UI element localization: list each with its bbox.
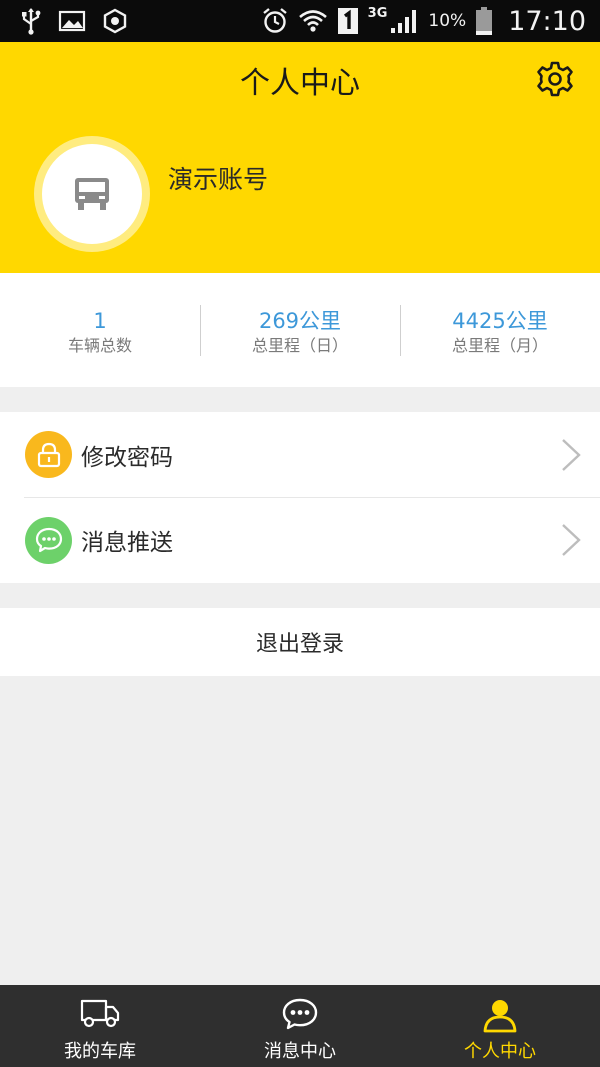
person-icon [483, 1000, 517, 1033]
settings-button[interactable] [536, 60, 574, 98]
status-bar: 3G 10% 17:10 [0, 0, 600, 42]
chat-bubble-icon [25, 516, 72, 564]
alarm-icon [262, 8, 287, 33]
stat-value: 269公里 [258, 309, 342, 333]
stat-label: 总里程（月） [451, 336, 548, 355]
tab-message-center[interactable]: 消息中心 [200, 985, 400, 1067]
stat-monthly-mileage: 4425公里 总里程（月） [400, 273, 600, 387]
bottom-tab-bar: 我的车库 消息中心 个人中心 [0, 985, 600, 1067]
tab-label: 个人中心 [464, 1041, 536, 1062]
sim-1-icon [337, 8, 358, 34]
settings-menu: 修改密码 消息推送 [0, 412, 600, 583]
avatar[interactable] [34, 136, 150, 252]
lock-icon [25, 431, 72, 478]
battery-icon [476, 7, 493, 35]
network-type: 3G [367, 5, 388, 21]
gear-icon [537, 61, 573, 97]
menu-item-message-push[interactable]: 消息推送 [0, 497, 600, 583]
tab-my-garage[interactable]: 我的车库 [0, 985, 200, 1067]
tab-personal-center[interactable]: 个人中心 [400, 985, 600, 1067]
logout-button[interactable]: 退出登录 [0, 608, 600, 676]
truck-icon [75, 178, 109, 210]
truck-outline-icon [80, 999, 120, 1028]
tab-label: 消息中心 [264, 1041, 336, 1062]
battery-percent: 10% [428, 11, 467, 31]
menu-label: 修改密码 [81, 444, 173, 471]
image-icon [58, 10, 86, 32]
chevron-right-icon [562, 438, 581, 471]
account-name: 演示账号 [168, 165, 269, 194]
stats-panel: 1 车辆总数 269公里 总里程（日） 4425公里 总里程（月） [0, 273, 600, 387]
stat-daily-mileage: 269公里 总里程（日） [200, 273, 400, 387]
chevron-right-icon [562, 524, 581, 556]
menu-item-change-password[interactable]: 修改密码 [0, 412, 600, 497]
profile-header: 个人中心 演示账号 [0, 42, 600, 273]
menu-label: 消息推送 [81, 530, 173, 556]
logout-label: 退出登录 [255, 632, 344, 657]
hexagon-icon [103, 8, 127, 34]
wifi-icon [298, 10, 327, 32]
page-title: 个人中心 [240, 66, 360, 101]
stat-label: 总里程（日） [251, 336, 348, 355]
stat-value: 4425公里 [452, 309, 548, 333]
stat-vehicle-count: 1 车辆总数 [0, 273, 200, 387]
stat-value: 1 [93, 309, 107, 333]
app-screen: 3G 10% 17:10 个人中心 演示账号 1 车辆总数 269公里 总里程（… [0, 0, 600, 1067]
clock: 17:10 [508, 5, 586, 37]
stat-label: 车辆总数 [67, 336, 132, 355]
signal-icon [391, 10, 417, 33]
tab-label: 我的车库 [64, 1041, 136, 1062]
chat-bubble-outline-icon [282, 998, 318, 1030]
usb-icon [22, 8, 41, 35]
